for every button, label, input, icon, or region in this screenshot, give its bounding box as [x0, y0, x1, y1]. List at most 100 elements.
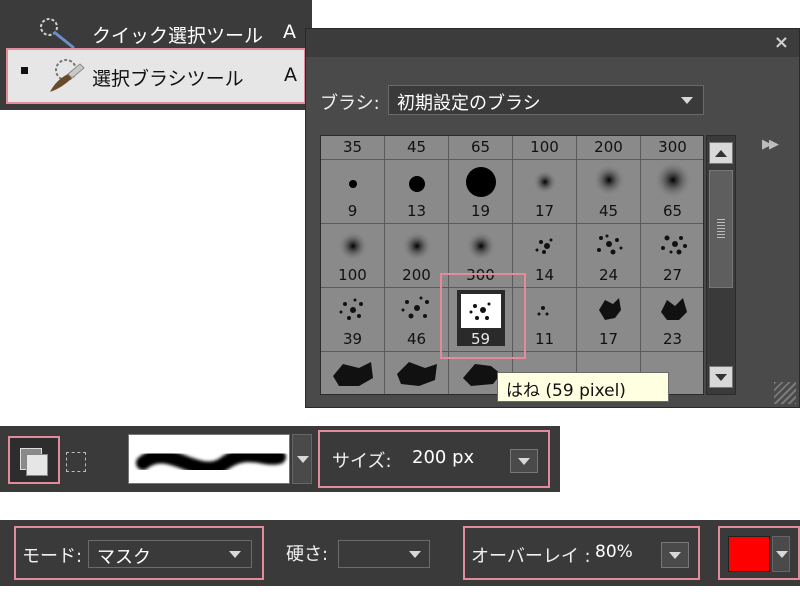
- brush-grid-scrollbar[interactable]: [706, 135, 736, 395]
- brush-cell[interactable]: 17: [513, 160, 577, 224]
- close-icon[interactable]: ×: [774, 32, 789, 53]
- brush-tooltip: はね (59 pixel): [497, 372, 669, 402]
- texture-brush-icon: [397, 362, 437, 386]
- chevron-up-icon: [715, 150, 727, 157]
- brush-cell[interactable]: 24: [577, 224, 641, 288]
- brush-header-size: 200: [594, 138, 623, 156]
- brush-size: 17: [598, 330, 619, 348]
- scatter-brush-icon: [535, 238, 553, 254]
- scatter-brush-icon: [661, 235, 687, 255]
- overlay-color-swatch[interactable]: [728, 536, 770, 572]
- hardness-label: 硬さ:: [286, 544, 329, 565]
- soft-round-brush-icon: [466, 231, 496, 261]
- brush-cell[interactable]: 9: [321, 160, 385, 224]
- overlay-control: オーバーレイ : 80%: [463, 526, 700, 580]
- add-selection-mode-button[interactable]: [8, 436, 60, 484]
- size-control: サイズ: 200 px: [318, 430, 550, 488]
- chevron-down-icon: [715, 374, 727, 381]
- panel-title-bar: ×: [306, 29, 799, 57]
- brush-set-label: ブラシ:: [320, 93, 380, 114]
- brush-set-dropdown[interactable]: 初期設定のブラシ: [388, 85, 704, 115]
- quick-selection-tool-shortcut: A: [283, 21, 296, 43]
- chevron-down-icon: [409, 551, 421, 558]
- brush-cell[interactable]: 100: [321, 224, 385, 288]
- selection-brush-tool-shortcut: A: [284, 64, 297, 86]
- soft-round-brush-icon: [533, 170, 557, 194]
- brush-size: 17: [534, 202, 555, 220]
- mode-control: モード: マスク: [14, 526, 264, 580]
- brush-header-size: 35: [342, 138, 363, 156]
- brush-cell[interactable]: 39: [321, 288, 385, 352]
- brush-options-bar: サイズ: 200 px: [0, 426, 560, 492]
- brush-preset-dropdown[interactable]: [292, 434, 312, 484]
- quick-selection-tool-item[interactable]: クイック選択ツール A: [0, 12, 312, 52]
- soft-round-brush-icon: [402, 231, 432, 261]
- brush-header-size: 300: [658, 138, 687, 156]
- size-slider-button[interactable]: [510, 449, 538, 473]
- brush-header-cell[interactable]: 65: [449, 136, 513, 160]
- brush-set-value: 初期設定のブラシ: [397, 93, 541, 114]
- brush-tooltip-text: はね (59 pixel): [506, 381, 626, 401]
- brush-header-size: 65: [470, 138, 491, 156]
- brush-cell[interactable]: 17: [577, 288, 641, 352]
- subtract-selection-icon[interactable]: [66, 452, 86, 472]
- scroll-up-button[interactable]: [709, 142, 733, 164]
- chevron-down-icon: [518, 458, 530, 465]
- overlay-opacity-input[interactable]: 80%: [595, 542, 633, 562]
- selection-brush-icon: [50, 59, 85, 92]
- overlay-opacity-slider-button[interactable]: [661, 542, 689, 568]
- soft-round-brush-icon: [338, 231, 368, 261]
- brush-size: 200: [402, 266, 431, 284]
- selection-brush-tool-label: 選択ブラシツール: [92, 68, 244, 90]
- selection-brush-tool-item[interactable]: 選択ブラシツール A: [6, 48, 306, 104]
- spatter-brush-icon: [339, 298, 363, 320]
- add-selection-icon: [26, 454, 48, 476]
- brush-header-size: 100: [530, 138, 559, 156]
- hard-round-brush-icon: [409, 176, 425, 192]
- quick-selection-icon: [40, 18, 75, 50]
- chevron-down-icon: [297, 456, 309, 463]
- overlay-label: オーバーレイ :: [471, 546, 591, 567]
- overlay-color-dropdown[interactable]: [772, 536, 790, 572]
- brush-header-cell[interactable]: 200: [577, 136, 641, 160]
- brush-size: 9: [347, 202, 358, 220]
- brush-cell[interactable]: 27: [641, 224, 703, 288]
- hard-round-brush-icon: [466, 167, 496, 197]
- scroll-thumb[interactable]: [709, 170, 733, 288]
- chevron-down-icon: [669, 552, 681, 559]
- brush-cell[interactable]: 23: [641, 288, 703, 352]
- brush-cell[interactable]: 45: [577, 160, 641, 224]
- brush-size: 46: [406, 330, 427, 348]
- scroll-down-button[interactable]: [709, 366, 733, 388]
- spatter-brush-icon: [537, 306, 549, 316]
- soft-round-brush-icon: [593, 164, 625, 196]
- brush-size: 39: [342, 330, 363, 348]
- mode-dropdown[interactable]: マスク: [88, 540, 252, 568]
- brush-header-cell[interactable]: 45: [385, 136, 449, 160]
- scatter-brush-icon: [597, 234, 623, 255]
- size-label: サイズ:: [332, 451, 392, 472]
- brush-stroke-preview[interactable]: [128, 434, 290, 484]
- panel-menu-icon[interactable]: ▶▶: [762, 137, 779, 152]
- brush-cell[interactable]: 19: [449, 160, 513, 224]
- brush-cell[interactable]: [321, 352, 385, 394]
- brush-header-cell[interactable]: 100: [513, 136, 577, 160]
- splat-brush-icon: [661, 298, 687, 320]
- brush-stroke-icon: [136, 448, 286, 476]
- brush-header-cell[interactable]: 35: [321, 136, 385, 160]
- resize-grip-icon[interactable]: [774, 382, 796, 404]
- texture-brush-icon: [333, 362, 373, 386]
- brush-picker-panel: × ブラシ: 初期設定のブラシ ▶▶ 35 45 65 100 200 300 …: [305, 28, 800, 408]
- size-input[interactable]: 200 px: [412, 447, 474, 468]
- brush-cell[interactable]: 65: [641, 160, 703, 224]
- quick-selection-tool-label: クイック選択ツール: [92, 25, 264, 47]
- spatter-brush-icon: [401, 296, 429, 319]
- brush-cell[interactable]: 13: [385, 160, 449, 224]
- brush-header-size: 45: [406, 138, 427, 156]
- brush-size: 100: [338, 266, 367, 284]
- brush-header-cell[interactable]: 300: [641, 136, 703, 160]
- brush-size: 24: [598, 266, 619, 284]
- selected-brush-highlight: [440, 273, 526, 359]
- hardness-input[interactable]: [338, 540, 430, 568]
- overlay-color-control: [718, 526, 800, 580]
